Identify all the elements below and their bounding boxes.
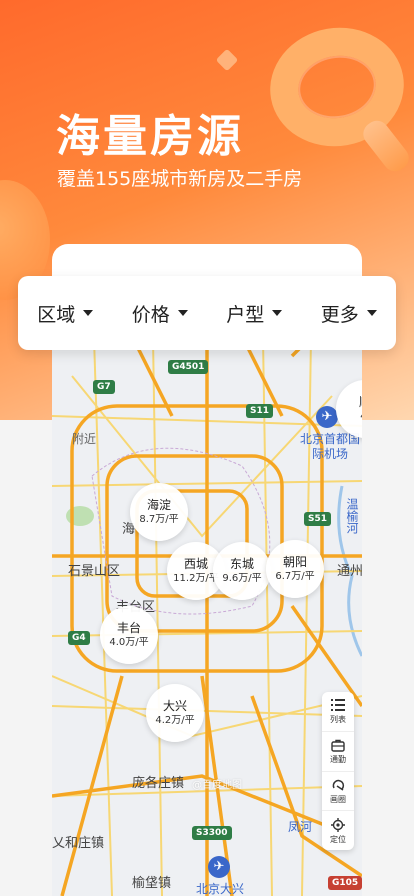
- district-name: 海淀: [146, 498, 171, 512]
- map-toolbar: 列表 通勤 画圈 定位: [322, 692, 354, 850]
- road-shield: G7: [93, 380, 115, 394]
- caret-down-icon: [272, 310, 283, 316]
- tool-list-button[interactable]: 列表: [322, 692, 354, 732]
- filter-label: 户型: [226, 303, 265, 326]
- district-name: 大兴: [162, 699, 187, 713]
- airport-icon: ✈: [316, 406, 338, 428]
- filter-layout[interactable]: 户型: [207, 300, 302, 327]
- filter-label: 区域: [37, 303, 76, 326]
- filter-label: 价格: [131, 303, 170, 326]
- map-label: 庞各庄镇: [132, 776, 185, 791]
- district-bubble-haidian[interactable]: 海淀 8.7万/平: [130, 483, 188, 541]
- filter-area[interactable]: 区域: [18, 300, 113, 327]
- road-shield: S3300: [192, 826, 232, 840]
- tool-locate-button[interactable]: 定位: [322, 811, 354, 850]
- map-label-airport: 北京大兴: [196, 882, 245, 896]
- caret-down-icon: [177, 310, 188, 316]
- district-price: 9.6万/平: [222, 573, 262, 584]
- district-price: 4.2万/平: [155, 715, 195, 726]
- district-price: 4.0万/平: [109, 637, 149, 648]
- tool-label: 定位: [330, 834, 346, 844]
- map-label: 通州: [337, 564, 362, 579]
- tool-label: 画圈: [330, 794, 346, 804]
- road-shield: G105: [328, 876, 362, 890]
- district-name: 东城: [229, 557, 254, 571]
- tool-label: 通勤: [330, 755, 346, 765]
- map-view[interactable]: G7 G4501 S11 S51 G4 S3300 G105 附近 石景山区 丰…: [52, 276, 362, 896]
- draw-circle-icon: [330, 777, 346, 793]
- road-shield: S11: [246, 404, 274, 418]
- locate-icon: [330, 817, 346, 833]
- road-shield: G4: [68, 631, 90, 645]
- magnifier-handle-icon: [358, 115, 414, 177]
- map-label: 榆垡镇: [132, 876, 172, 891]
- road-shield: S51: [304, 512, 332, 526]
- district-price: 11.2万/平: [173, 573, 219, 584]
- decorative-diamond: [215, 48, 239, 72]
- map-label: 石景山区: [68, 564, 121, 579]
- tool-draw-button[interactable]: 画圈: [322, 772, 354, 812]
- filter-bar: 区域 价格 户型 更多: [18, 276, 396, 350]
- map-watermark: @百度地图: [192, 780, 242, 791]
- district-price: 6.7万/平: [275, 571, 315, 582]
- district-name: 朝阳: [282, 555, 307, 569]
- district-name: 顺: [359, 394, 362, 410]
- road-shield: G4501: [168, 360, 209, 374]
- hero-subtitle: 覆盖155座城市新房及二手房: [57, 168, 303, 190]
- list-icon: [330, 697, 346, 713]
- district-name: 西城: [183, 557, 208, 571]
- district-bubble-fengtai[interactable]: 丰台 4.0万/平: [100, 606, 158, 664]
- district-price: 8.7万/平: [139, 514, 179, 525]
- filter-more[interactable]: 更多: [302, 300, 397, 327]
- district-name: 丰台: [116, 621, 141, 635]
- map-label: 附近: [72, 432, 97, 446]
- hero-title: 海量房源: [56, 111, 244, 162]
- filter-label: 更多: [320, 303, 359, 326]
- caret-down-icon: [366, 310, 377, 316]
- tool-commute-button[interactable]: 通勤: [322, 732, 354, 772]
- district-bubble-dongcheng[interactable]: 东城 9.6万/平: [213, 542, 271, 600]
- map-label: 凤河: [288, 820, 313, 834]
- district-price: 4.: [360, 410, 362, 424]
- filter-price[interactable]: 价格: [113, 300, 208, 327]
- airport-icon: ✈: [208, 856, 230, 878]
- briefcase-icon: [330, 737, 346, 753]
- map-label-airport: 北京首都国际机场: [300, 432, 361, 461]
- caret-down-icon: [83, 310, 94, 316]
- district-bubble-chaoyang[interactable]: 朝阳 6.7万/平: [266, 540, 324, 598]
- park-area: [66, 506, 94, 526]
- tool-label: 列表: [330, 715, 346, 725]
- district-bubble-daxing[interactable]: 大兴 4.2万/平: [146, 684, 204, 742]
- map-label: 乂和庄镇: [52, 836, 105, 851]
- map-label: 温榆河: [345, 498, 359, 534]
